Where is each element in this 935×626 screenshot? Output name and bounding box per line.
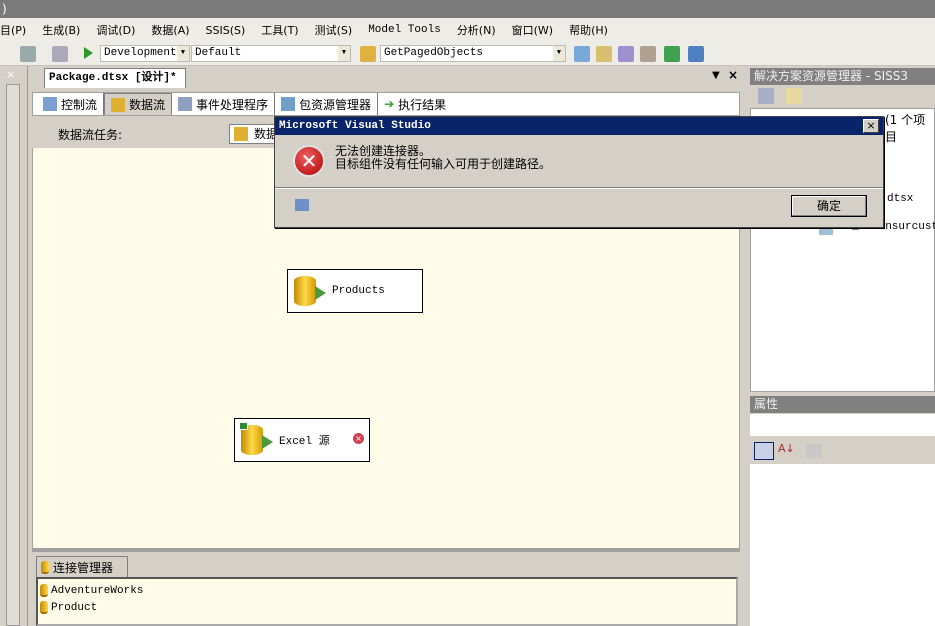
tab-progress[interactable]: ➔ 执行结果 (378, 93, 452, 115)
designer-tabs: 控制流 数据流 事件处理程序 包资源管理器 ➔ 执行结果 (32, 92, 740, 116)
configuration-value: Development (104, 47, 177, 59)
component-label: Excel 源 (279, 436, 330, 448)
find-icon[interactable] (360, 46, 376, 62)
item-label: AdventureWorks (51, 584, 144, 597)
properties-object-select[interactable] (750, 414, 935, 436)
menu-help[interactable]: 帮助(H) (561, 22, 616, 38)
item-label: Product (51, 601, 98, 614)
solution-explorer-icon[interactable] (574, 46, 590, 62)
menu-build[interactable]: 生成(B) (34, 22, 88, 38)
start-icon[interactable] (84, 47, 93, 59)
tab-label: 控制流 (61, 97, 98, 112)
error-dialog: Microsoft Visual Studio × ✕ 无法创建连接器。 目标组… (274, 116, 884, 228)
excel-source-icon (239, 422, 273, 455)
close-icon[interactable]: × (728, 68, 738, 82)
tab-label: 数据流 (129, 98, 166, 112)
tab-package-dtsx[interactable]: Package.dtsx [设计]* (44, 68, 186, 88)
arrow-right-icon: ➔ (384, 97, 395, 111)
list-item[interactable]: Product (40, 599, 734, 616)
tab-label: 包资源管理器 (299, 97, 372, 112)
error-icon: ✕ (293, 145, 325, 177)
data-flow-icon (234, 127, 248, 141)
splitter[interactable] (32, 548, 740, 552)
properties-grid (750, 464, 935, 626)
connection-icon (40, 584, 48, 597)
component-products[interactable]: Products (287, 269, 423, 313)
dialog-message: 无法创建连接器。 目标组件没有任何输入可用于创建路径。 (335, 145, 551, 171)
chevron-down-icon[interactable]: ▼ (712, 70, 720, 81)
tab-connection-managers[interactable]: 连接管理器 (36, 556, 128, 577)
property-pages-icon[interactable] (806, 444, 822, 458)
copy-icon[interactable] (295, 199, 309, 211)
menu-test[interactable]: 测试(S) (307, 22, 361, 38)
tab-label: 执行结果 (398, 97, 447, 112)
tab-control-flow[interactable]: 控制流 (37, 93, 105, 115)
data-flow-icon (111, 97, 126, 112)
tree-item[interactable]: dtsx (887, 193, 913, 205)
platform-value: Default (195, 47, 242, 59)
window-icon[interactable] (688, 46, 704, 62)
task-label: 数据流任务: (58, 128, 123, 142)
chevron-down-icon: ▼ (338, 46, 350, 61)
solution-explorer-title: 解决方案资源管理器 - SISS3 (750, 68, 935, 85)
start-page-icon[interactable] (664, 46, 680, 62)
show-all-files-icon[interactable] (758, 88, 774, 104)
message-line: 目标组件没有任何输入可用于创建路径。 (335, 157, 552, 171)
menu-analyze[interactable]: 分析(N) (449, 22, 504, 38)
properties-icon[interactable] (786, 88, 802, 104)
control-flow-icon (43, 97, 57, 111)
menu-tools[interactable]: 工具(T) (253, 22, 306, 38)
configuration-select[interactable]: Development ▼ (100, 45, 190, 62)
ok-button[interactable]: 确定 (791, 195, 867, 217)
tab-label: 连接管理器 (53, 560, 114, 575)
excel-connection-icon (40, 601, 48, 614)
menu-project[interactable]: 目(P) (0, 22, 34, 38)
title-bar: ) (0, 0, 935, 18)
tab-data-flow[interactable]: 数据流 (104, 93, 173, 115)
close-icon[interactable]: × (6, 68, 15, 81)
event-handler-icon (178, 97, 193, 111)
toolbox-panel: × (0, 66, 28, 626)
list-item[interactable]: AdventureWorks (40, 582, 734, 599)
menu-ssis[interactable]: SSIS(S) (198, 24, 254, 37)
destination-icon (294, 276, 326, 306)
nav-icon[interactable] (20, 46, 36, 62)
save-icon[interactable] (52, 46, 68, 62)
tab-label: 事件处理程序 (196, 97, 269, 112)
object-browser-icon[interactable] (618, 46, 634, 62)
dialog-title: Microsoft Visual Studio (275, 117, 883, 135)
error-icon[interactable]: × (353, 433, 364, 444)
platform-select[interactable]: Default ▼ (191, 45, 351, 62)
tab-package-explorer[interactable]: 包资源管理器 (275, 93, 379, 115)
connection-manager-list: AdventureWorks Product (36, 577, 738, 626)
toolbox-icon[interactable] (640, 46, 656, 62)
menu-data[interactable]: 数据(A) (143, 22, 197, 38)
properties-icon[interactable] (596, 46, 612, 62)
menu-window[interactable]: 窗口(W) (504, 22, 561, 38)
menu-bar: 目(P) 生成(B) 调试(D) 数据(A) SSIS(S) 工具(T) 测试(… (0, 18, 935, 42)
scrollbar[interactable] (6, 84, 20, 626)
chevron-down-icon: ▼ (177, 46, 189, 61)
tab-event-handlers[interactable]: 事件处理程序 (172, 93, 276, 115)
find-value: GetPagedObjects (384, 47, 484, 59)
categorized-icon[interactable] (754, 442, 774, 460)
chevron-down-icon: ▼ (553, 46, 565, 61)
find-select[interactable]: GetPagedObjects ▼ (380, 45, 566, 62)
close-button[interactable]: × (863, 119, 879, 133)
properties-title: 属性 (750, 396, 935, 413)
package-explorer-icon (281, 97, 296, 111)
component-label: Products (332, 285, 385, 297)
divider (275, 187, 883, 189)
connection-icon (41, 560, 49, 574)
component-excel-source[interactable]: Excel 源 × (234, 418, 370, 462)
tree-item[interactable]: (1 个项目 (885, 111, 934, 145)
alphabetical-icon[interactable]: A↓ (778, 442, 795, 455)
toolbar: Development ▼ Default ▼ GetPagedObjects ▼ (0, 42, 935, 66)
menu-debug[interactable]: 调试(D) (88, 22, 143, 38)
menu-model-tools[interactable]: Model Tools (360, 24, 449, 36)
